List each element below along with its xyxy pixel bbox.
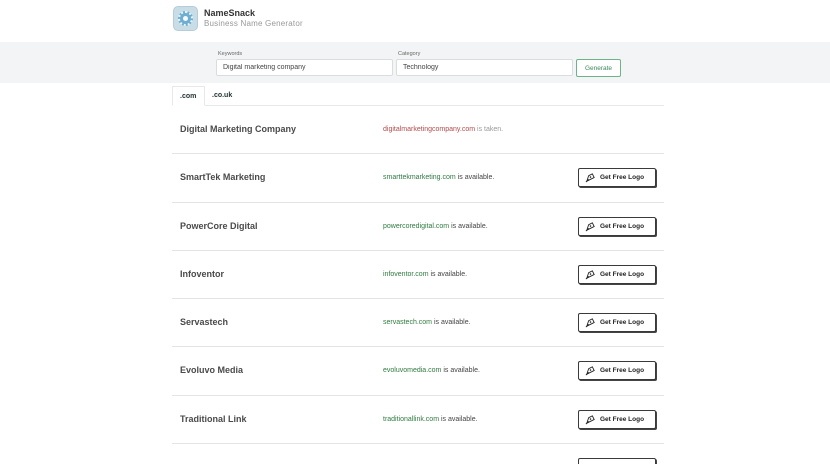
business-name: Evoluvo Media	[180, 365, 244, 376]
status-text: is available.	[443, 367, 480, 375]
logo-center-dot	[183, 16, 188, 21]
status-text: is available.	[430, 270, 468, 278]
pen-nib-icon	[585, 221, 595, 232]
namesnack-logo-icon[interactable]	[173, 6, 198, 31]
status-text: is available.	[433, 319, 471, 327]
button-label: Get Free Logo	[600, 174, 645, 182]
domain-status: digitalmarketingcompany.com is taken.	[383, 106, 503, 153]
get-free-logo-button[interactable]: Get Free Logo	[578, 361, 656, 381]
status-text: is available.	[451, 222, 488, 230]
pen-nib-icon	[585, 318, 595, 328]
business-name: Traditional Link	[180, 413, 247, 424]
table-row-partial	[172, 444, 664, 464]
get-free-logo-button[interactable]: Get Free Logo	[578, 313, 656, 333]
table-row: Infoventor infoventor.com is available. …	[172, 251, 664, 300]
category-label: Category	[398, 51, 421, 57]
domain-status: smarttekmarketing.com is available.	[383, 154, 494, 201]
app-header: NameSnack Business Name Generator	[0, 0, 830, 42]
business-name: SmartTek Marketing	[180, 172, 266, 183]
table-row: Traditional Link traditionallink.com is …	[172, 396, 664, 445]
tld-tabs: .com .co.uk	[172, 86, 664, 106]
results-list: Digital Marketing Company digitalmarketi…	[172, 106, 664, 464]
domain-status: servastech.com is available.	[383, 299, 471, 346]
get-free-logo-button[interactable]: Get Free Logo	[578, 264, 656, 284]
domain-link[interactable]: servastech.com	[383, 319, 432, 326]
table-row: PowerCore Digital powercoredigital.com i…	[172, 203, 664, 251]
pen-nib-icon	[585, 173, 595, 183]
domain-status: infoventor.com is available.	[383, 251, 467, 298]
category-input[interactable]	[396, 59, 573, 76]
domain-link[interactable]: smarttekmarketing.com	[383, 174, 456, 181]
keywords-label: Keywords	[218, 51, 243, 57]
generate-button[interactable]: Generate	[576, 59, 621, 77]
table-row: Evoluvo Media evoluvomedia.com is availa…	[172, 347, 664, 396]
domain-status: evoluvomedia.com is available.	[383, 347, 480, 394]
status-text: is available.	[457, 174, 495, 182]
business-name: PowerCore Digital	[180, 220, 258, 231]
get-free-logo-button[interactable]	[578, 458, 656, 464]
tab-dot-co-uk[interactable]: .co.uk	[205, 86, 239, 106]
domain-link[interactable]: evoluvomedia.com	[383, 367, 441, 374]
business-name: Digital Marketing Company	[180, 124, 297, 134]
app-subtitle: Business Name Generator	[204, 19, 303, 28]
pen-nib-icon	[585, 414, 595, 425]
button-label: Get Free Logo	[600, 319, 645, 327]
domain-link[interactable]: powercoredigital.com	[383, 223, 449, 230]
status-text: is available.	[440, 415, 478, 423]
app-name[interactable]: NameSnack	[204, 8, 255, 18]
keywords-input[interactable]	[216, 59, 393, 76]
domain-link[interactable]: digitalmarketingcompany.com	[383, 126, 475, 133]
table-row: Digital Marketing Company digitalmarketi…	[172, 106, 664, 155]
button-label: Get Free Logo	[600, 415, 645, 423]
pen-nib-icon	[585, 366, 595, 376]
pen-nib-icon	[585, 270, 595, 280]
get-free-logo-button[interactable]: Get Free Logo	[578, 168, 656, 188]
business-name: Servastech	[180, 317, 229, 328]
button-label: Get Free Logo	[600, 270, 645, 278]
domain-status: traditionallink.com is available.	[383, 396, 478, 443]
tab-dot-com[interactable]: .com	[172, 86, 205, 106]
button-label: Get Free Logo	[600, 367, 645, 375]
domain-link[interactable]: traditionallink.com	[383, 416, 439, 423]
get-free-logo-button[interactable]: Get Free Logo	[578, 216, 656, 236]
table-row: SmartTek Marketing smarttekmarketing.com…	[172, 154, 664, 203]
table-row: Servastech servastech.com is available. …	[172, 299, 664, 348]
status-text: is taken.	[477, 126, 504, 133]
business-name: Infoventor	[180, 268, 224, 279]
get-free-logo-button[interactable]: Get Free Logo	[578, 409, 656, 429]
domain-link[interactable]: infoventor.com	[383, 271, 429, 278]
button-label: Get Free Logo	[600, 222, 645, 230]
domain-status: powercoredigital.com is available.	[383, 203, 488, 250]
